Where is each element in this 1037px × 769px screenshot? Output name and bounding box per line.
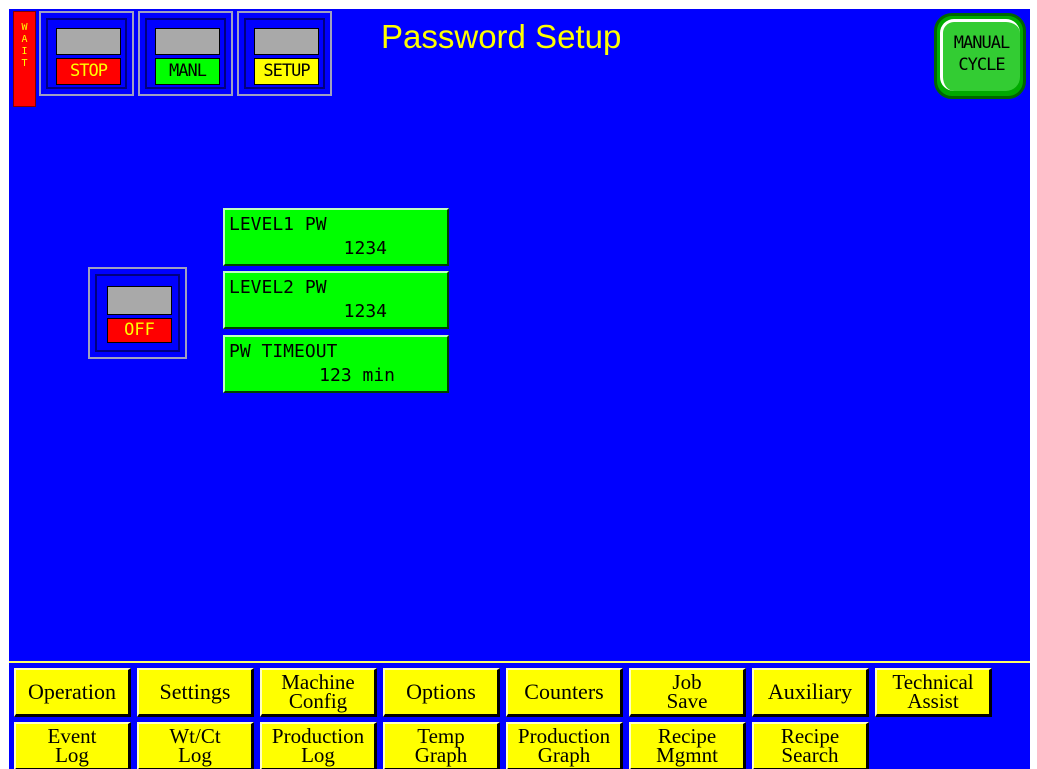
nav-options[interactable]: Options (383, 668, 500, 717)
stop-status-tile[interactable]: STOP (39, 11, 134, 96)
level1-password-label: LEVEL1 PW (229, 214, 327, 235)
level1-password-value: 1234 (343, 238, 387, 259)
setup-status-tile[interactable]: SETUP (237, 11, 332, 96)
nav-recipe-mgmnt[interactable]: Recipe Mgmnt (629, 722, 746, 769)
password-timeout-value: 123 min (319, 365, 395, 386)
toggle-label: OFF (107, 318, 172, 343)
manual-status-tile[interactable]: MANL (138, 11, 233, 96)
nav-recipe-search[interactable]: Recipe Search (752, 722, 869, 769)
nav-wt-ct-log[interactable]: Wt/Ct Log (137, 722, 254, 769)
nav-temp-graph[interactable]: Temp Graph (383, 722, 500, 769)
manual-cycle-button[interactable]: MANUAL CYCLE (934, 13, 1026, 99)
nav-counters[interactable]: Counters (506, 668, 623, 717)
stop-label: STOP (56, 58, 121, 85)
nav-event-log[interactable]: Event Log (14, 722, 131, 769)
level1-password-field[interactable]: LEVEL1 PW 1234 (223, 208, 449, 266)
nav-production-log[interactable]: Production Log (260, 722, 377, 769)
nav-production-graph[interactable]: Production Graph (506, 722, 623, 769)
setup-lamp (254, 28, 319, 55)
toggle-lamp (107, 286, 172, 315)
level2-password-value: 1234 (343, 301, 387, 322)
manual-lamp (155, 28, 220, 55)
nav-machine-config[interactable]: Machine Config (260, 668, 377, 717)
stop-lamp (56, 28, 121, 55)
password-enable-toggle[interactable]: OFF (88, 267, 187, 359)
nav-job-save[interactable]: Job Save (629, 668, 746, 717)
manual-label: MANL (155, 58, 220, 85)
password-timeout-label: PW TIMEOUT (229, 341, 338, 362)
hmi-screen: W A I T STOP MANL SETUP Password Setup M… (9, 9, 1030, 769)
wait-indicator: W A I T (13, 11, 36, 107)
password-timeout-field[interactable]: PW TIMEOUT 123 min (223, 335, 449, 393)
nav-operation[interactable]: Operation (14, 668, 131, 717)
nav-auxiliary[interactable]: Auxiliary (752, 668, 869, 717)
nav-technical-assist[interactable]: Technical Assist (875, 668, 992, 717)
nav-settings[interactable]: Settings (137, 668, 254, 717)
nav-divider (9, 661, 1030, 663)
level2-password-label: LEVEL2 PW (229, 277, 327, 298)
level2-password-field[interactable]: LEVEL2 PW 1234 (223, 271, 449, 329)
manual-cycle-label: MANUAL CYCLE (953, 33, 1010, 75)
setup-label: SETUP (254, 58, 319, 85)
page-title: Password Setup (381, 18, 622, 55)
